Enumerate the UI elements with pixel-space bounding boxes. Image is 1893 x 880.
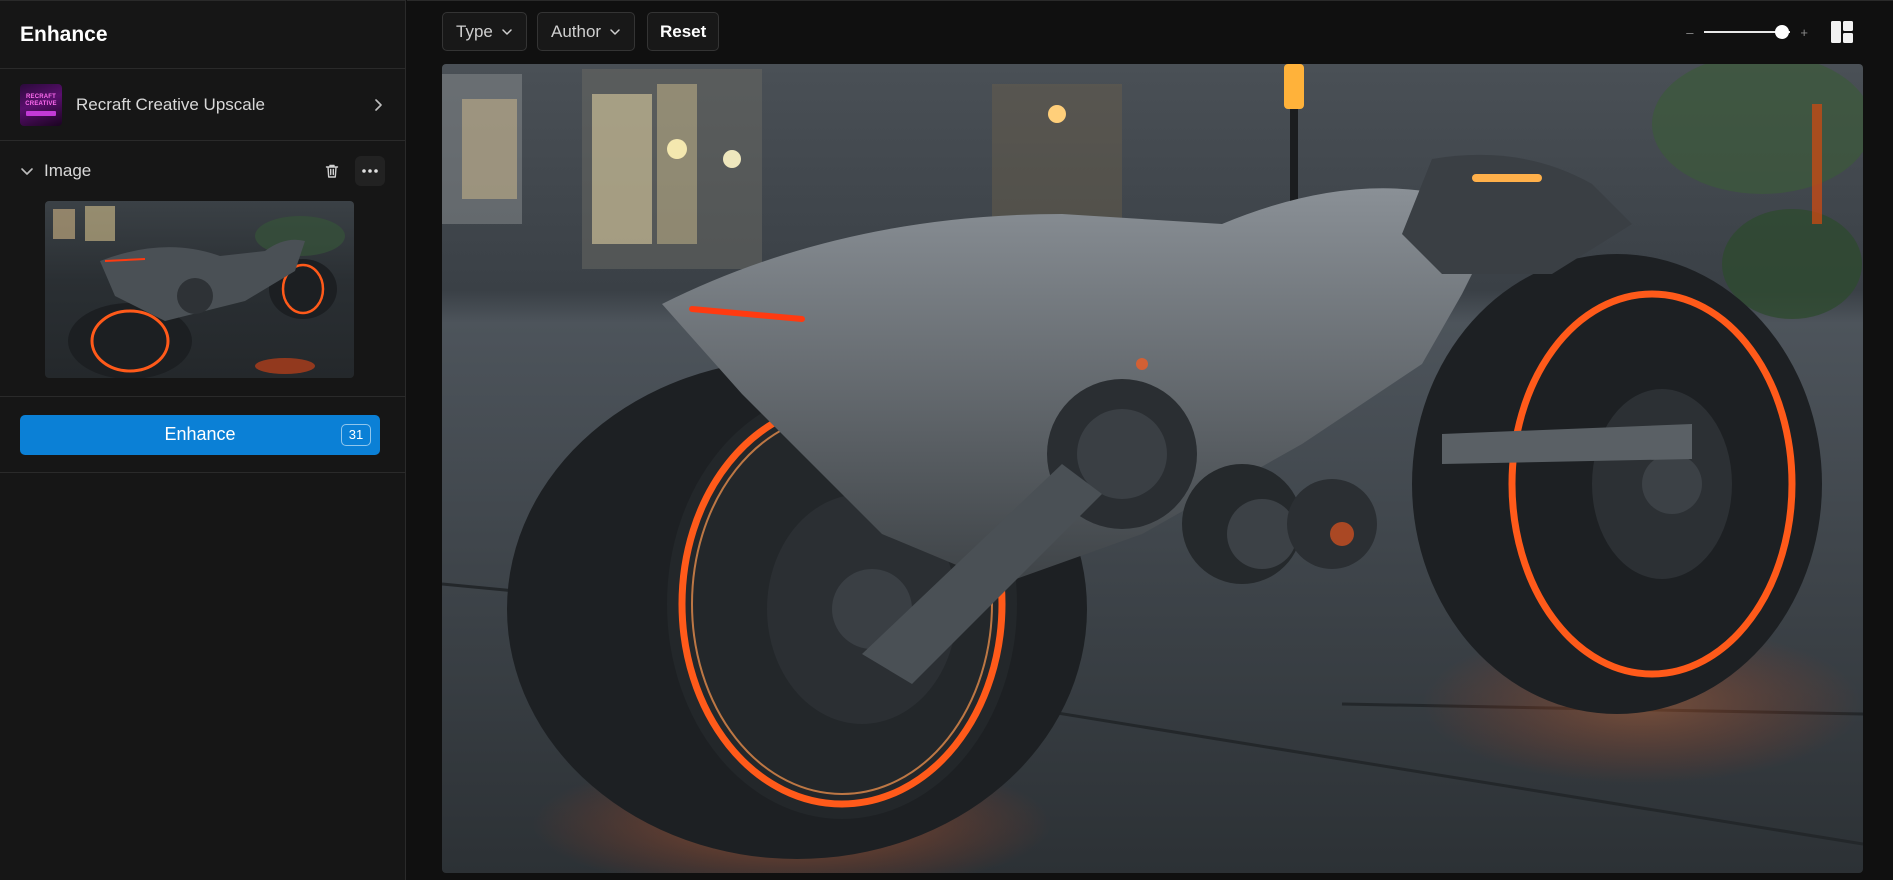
image-preview-thumbnail[interactable] (45, 201, 354, 379)
model-thumbnail: RECRAFT CREATIVE (20, 83, 62, 126)
sidebar: Enhance RECRAFT CREATIVE Recraft Creativ… (0, 0, 406, 880)
more-icon (362, 169, 378, 173)
image-preview-container (0, 201, 405, 397)
model-selector[interactable]: RECRAFT CREATIVE Recraft Creative Upscal… (0, 69, 405, 141)
enhance-action-row: Enhance 31 (0, 397, 405, 473)
chevron-right-icon (375, 98, 382, 111)
page-title: Enhance (20, 22, 108, 46)
more-options-button[interactable] (355, 156, 385, 186)
credit-count-badge: 31 (341, 423, 371, 446)
type-filter-dropdown[interactable]: Type (442, 12, 527, 51)
model-label: Recraft Creative Upscale (76, 94, 265, 114)
chevron-down-icon[interactable] (20, 164, 34, 178)
sidebar-header: Enhance (0, 1, 405, 69)
chevron-down-icon (502, 28, 512, 35)
zoom-out-button[interactable]: – (1682, 25, 1698, 40)
enhance-button-label: Enhance (164, 424, 236, 444)
enhance-button[interactable]: Enhance 31 (20, 414, 380, 455)
chevron-down-icon (610, 28, 620, 35)
author-filter-dropdown[interactable]: Author (537, 12, 636, 51)
model-thumb-bar (26, 110, 56, 116)
zoom-control: – + (1682, 19, 1812, 45)
zoom-slider-thumb[interactable] (1774, 25, 1789, 39)
model-thumb-line-2: CREATIVE (25, 100, 57, 107)
image-section-header: Image (0, 141, 405, 201)
zoom-in-button[interactable]: + (1796, 25, 1812, 40)
type-filter-label: Type (456, 21, 493, 41)
layout-grid-icon[interactable] (1829, 19, 1855, 45)
zoom-slider[interactable] (1703, 25, 1791, 39)
delete-image-button[interactable] (317, 156, 347, 186)
model-thumb-line-1: RECRAFT (25, 93, 57, 100)
author-filter-label: Author (551, 21, 602, 41)
trash-icon (325, 164, 339, 178)
image-section-label: Image (44, 161, 92, 180)
main-image-canvas[interactable] (442, 64, 1863, 873)
toolbar: Type Author Reset – + (407, 0, 1893, 62)
reset-button[interactable]: Reset (647, 12, 720, 51)
